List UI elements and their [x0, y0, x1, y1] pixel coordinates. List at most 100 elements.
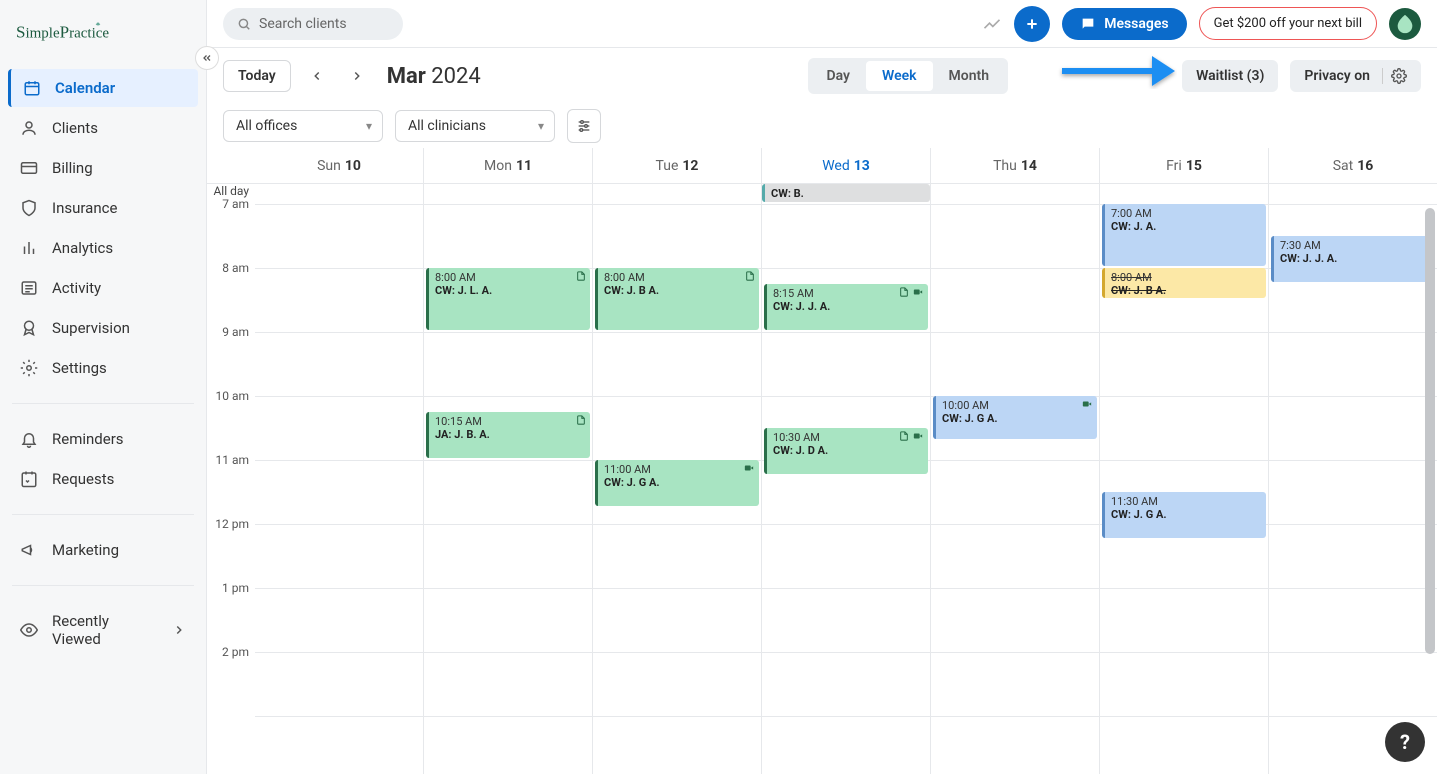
sidebar: SimplePractice Calendar Clients Billing Ins… — [0, 0, 207, 774]
calendar-event[interactable]: 11:30 AMCW: J. G A. — [1102, 492, 1266, 538]
calendar-event[interactable]: 8:15 AMCW: J. J. A. — [764, 284, 928, 330]
sidebar-item-label: Requests — [52, 470, 114, 488]
megaphone-icon — [20, 541, 38, 559]
day-column[interactable]: 8:00 AMCW: J. B A. 11:00 AMCW: J. G A. — [592, 204, 761, 774]
hour-label: 10 am — [215, 389, 249, 403]
hour-label: 11 am — [215, 453, 249, 467]
calendar-event[interactable]: 11:00 AMCW: J. G A. — [595, 460, 759, 506]
day-column[interactable]: 10:00 AMCW: J. G A. — [930, 204, 1099, 774]
sidebar-recent-label: Recently Viewed — [52, 612, 158, 648]
add-button[interactable] — [1014, 6, 1050, 42]
calendar-event[interactable]: 10:00 AMCW: J. G A. — [933, 396, 1097, 439]
sidebar-item-label: Reminders — [52, 430, 124, 448]
today-button[interactable]: Today — [223, 60, 291, 92]
help-button[interactable]: ? — [1385, 722, 1425, 762]
sidebar-item-requests[interactable]: Requests — [8, 460, 198, 498]
sidebar-item-label: Analytics — [52, 239, 113, 257]
calendar-toolbar: Today Mar 2024 Day Week Month Waitlist (… — [207, 48, 1437, 104]
allday-cell[interactable]: CW: B. — [761, 184, 930, 204]
allday-cell[interactable] — [255, 184, 423, 204]
inbox-icon — [20, 470, 38, 488]
allday-event[interactable]: CW: B. — [762, 184, 930, 202]
hour-label: 2 pm — [222, 645, 249, 659]
sidebar-item-label: Billing — [52, 159, 93, 177]
sidebar-item-clients[interactable]: Clients — [8, 109, 198, 147]
calendar-event[interactable]: 8:00 AMCW: J. B A. — [595, 268, 759, 330]
sidebar-item-reminders[interactable]: Reminders — [8, 420, 198, 458]
day-header[interactable]: Wed 13 — [761, 148, 930, 183]
sidebar-item-label: Settings — [52, 359, 107, 377]
sidebar-item-marketing[interactable]: Marketing — [8, 531, 198, 569]
search-input[interactable]: Search clients — [223, 8, 403, 40]
calendar-event[interactable]: 10:30 AMCW: J. D A. — [764, 428, 928, 474]
gear-icon — [20, 359, 38, 377]
filter-bar: All offices All clinicians — [207, 104, 1437, 148]
chat-icon — [1080, 16, 1096, 32]
day-header[interactable]: Mon 11 — [423, 148, 592, 183]
view-month[interactable]: Month — [933, 61, 1006, 91]
sidebar-item-supervision[interactable]: Supervision — [8, 309, 198, 347]
messages-button[interactable]: Messages — [1062, 8, 1186, 40]
allday-cell[interactable] — [592, 184, 761, 204]
eye-icon — [20, 621, 38, 639]
sidebar-item-activity[interactable]: Activity — [8, 269, 198, 307]
promo-button[interactable]: Get $200 off your next bill — [1199, 7, 1377, 40]
filter-settings-button[interactable] — [567, 109, 601, 143]
view-segmented: Day Week Month — [808, 58, 1009, 94]
calendar-event[interactable]: 8:00 AMCW: J. B A. — [1102, 268, 1266, 298]
allday-cell[interactable] — [1099, 184, 1268, 204]
sidebar-item-settings[interactable]: Settings — [8, 349, 198, 387]
day-column[interactable]: 8:00 AMCW: J. L. A. 10:15 AMJA: J. B. A. — [423, 204, 592, 774]
svg-text:SimplePractice: SimplePractice — [16, 23, 109, 42]
calendar-icon — [23, 79, 41, 97]
sidebar-item-analytics[interactable]: Analytics — [8, 229, 198, 267]
topbar: Search clients Messages Get $200 off you… — [207, 0, 1437, 48]
calendar-event[interactable]: 7:30 AMCW: J. J. A. — [1271, 236, 1435, 282]
hour-label: 9 am — [222, 325, 249, 339]
list-icon — [20, 279, 38, 297]
sidebar-item-insurance[interactable]: Insurance — [8, 189, 198, 227]
person-icon — [20, 119, 38, 137]
sidebar-item-calendar[interactable]: Calendar — [8, 69, 198, 107]
day-header[interactable]: Sat 16 — [1268, 148, 1437, 183]
allday-cell[interactable] — [1268, 184, 1437, 204]
day-header[interactable]: Sun 10 — [255, 148, 423, 183]
sidebar-recently-viewed[interactable]: Recently Viewed — [8, 602, 198, 658]
privacy-button[interactable]: Privacy on — [1290, 60, 1421, 92]
day-column[interactable] — [255, 204, 423, 774]
allday-cell[interactable] — [930, 184, 1099, 204]
calendar-event[interactable]: 7:00 AMCW: J. A. — [1102, 204, 1266, 266]
user-avatar[interactable] — [1389, 8, 1421, 40]
sidebar-item-label: Marketing — [52, 541, 119, 559]
day-header[interactable]: Fri 15 — [1099, 148, 1268, 183]
offices-select[interactable]: All offices — [223, 110, 383, 142]
sidebar-collapse-button[interactable] — [195, 46, 219, 70]
day-column[interactable]: 8:15 AMCW: J. J. A. 10:30 AMCW: J. D A. — [761, 204, 930, 774]
view-day[interactable]: Day — [811, 61, 867, 91]
allday-cell[interactable] — [423, 184, 592, 204]
view-week[interactable]: Week — [866, 61, 933, 91]
hour-label: 8 am — [222, 261, 249, 275]
calendar-event[interactable]: 8:00 AMCW: J. L. A. — [426, 268, 590, 330]
gear-icon[interactable] — [1382, 68, 1407, 84]
bars-icon — [20, 239, 38, 257]
next-week-button[interactable] — [343, 62, 371, 90]
day-header[interactable]: Tue 12 — [592, 148, 761, 183]
waitlist-button[interactable]: Waitlist (3) — [1182, 60, 1278, 92]
sidebar-item-label: Insurance — [52, 199, 117, 217]
search-icon — [237, 17, 251, 31]
brand-logo: SimplePractice — [0, 12, 206, 61]
clinicians-select[interactable]: All clinicians — [395, 110, 555, 142]
day-header[interactable]: Thu 14 — [930, 148, 1099, 183]
calendar-event[interactable]: 10:15 AMJA: J. B. A. — [426, 412, 590, 458]
sidebar-item-label: Clients — [52, 119, 98, 137]
badge-icon — [20, 319, 38, 337]
day-column[interactable]: 7:00 AMCW: J. A.8:00 AMCW: J. B A. 11:30 … — [1099, 204, 1268, 774]
day-column[interactable]: 7:30 AMCW: J. J. A. — [1268, 204, 1437, 774]
bell-icon — [20, 430, 38, 448]
scrollbar[interactable] — [1425, 208, 1435, 654]
prev-week-button[interactable] — [303, 62, 331, 90]
analytics-icon[interactable] — [982, 14, 1002, 34]
month-label: Mar 2024 — [387, 64, 481, 89]
sidebar-item-billing[interactable]: Billing — [8, 149, 198, 187]
